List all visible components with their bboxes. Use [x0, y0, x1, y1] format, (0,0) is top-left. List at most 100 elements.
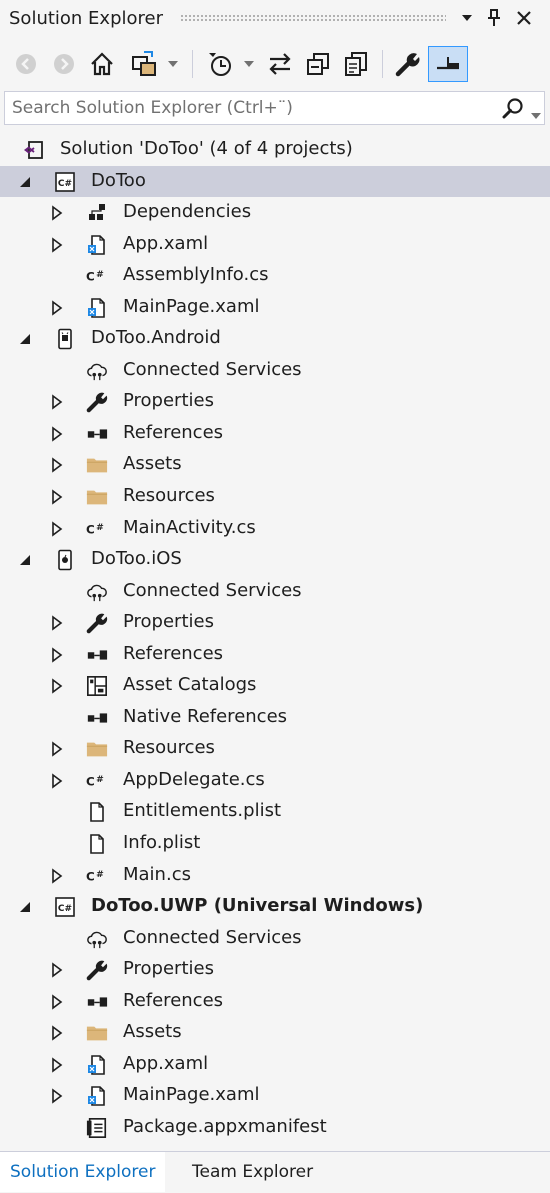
preview-selected-items-icon[interactable] — [428, 46, 468, 82]
tree-item-properties[interactable]: Properties — [0, 386, 550, 418]
tree-item-label: Package.appxmanifest — [123, 1115, 327, 1137]
tree-item-app-xaml[interactable]: App.xaml — [0, 1049, 550, 1081]
properties-wrench-icon[interactable] — [392, 46, 424, 82]
tree-item-label: AssemblyInfo.cs — [123, 264, 269, 286]
csharp-file-icon: C # — [86, 770, 108, 792]
tab-team-explorer[interactable]: Team Explorer — [182, 1152, 323, 1192]
forward-icon[interactable] — [48, 46, 80, 82]
collapsed-arrow-icon[interactable] — [50, 994, 64, 1010]
collapsed-arrow-icon[interactable] — [50, 457, 64, 474]
tree-item-app-xaml[interactable]: App.xaml — [0, 229, 550, 261]
tree-item-label: Main.cs — [123, 863, 191, 885]
tree-item-native-references[interactable]: Native References — [0, 702, 550, 734]
tree-item-package-appxmanifest[interactable]: Package.appxmanifest — [0, 1112, 550, 1144]
tree-item-connected-services[interactable]: Connected Services — [0, 576, 550, 608]
expanded-arrow-icon[interactable] — [18, 331, 32, 347]
connected-services-icon — [86, 928, 108, 950]
expanded-arrow-icon[interactable] — [18, 552, 32, 568]
search-input[interactable] — [5, 92, 482, 124]
tree-item-label: References — [123, 989, 224, 1011]
pending-changes-dropdown-icon[interactable] — [242, 46, 256, 82]
tree-item-entitlements-plist[interactable]: Entitlements.plist — [0, 796, 550, 828]
collapsed-arrow-icon[interactable] — [50, 741, 64, 757]
collapsed-arrow-icon[interactable] — [50, 394, 64, 410]
tree-item-solution-dotoo-4-of-4-projects[interactable]: Solution 'DoToo' (4 of 4 projects) — [0, 134, 550, 166]
tree-item-connected-services[interactable]: Connected Services — [0, 923, 550, 955]
csharp-file-icon: C # — [86, 518, 108, 540]
svg-text:#: # — [96, 868, 104, 879]
tree-item-label: Asset Catalogs — [123, 674, 257, 696]
collapsed-arrow-icon[interactable] — [50, 300, 64, 316]
tree-item-label: Assets — [123, 453, 182, 475]
collapsed-arrow-icon[interactable] — [50, 520, 64, 537]
tree-item-main-cs[interactable]: C # Main.cs — [0, 860, 550, 892]
tree-item-resources[interactable]: Resources — [0, 733, 550, 765]
tab-solution-explorer[interactable]: Solution Explorer — [0, 1152, 166, 1192]
collapsed-arrow-icon[interactable] — [50, 489, 64, 505]
tree-item-label: Properties — [123, 611, 214, 633]
search-options-dropdown-icon[interactable] — [531, 104, 541, 123]
collapsed-arrow-icon[interactable] — [50, 678, 64, 694]
pin-icon[interactable] — [483, 6, 505, 30]
collapsed-arrow-icon[interactable] — [50, 773, 64, 789]
show-all-files-icon[interactable] — [340, 46, 372, 82]
collapsed-arrow-icon[interactable] — [50, 237, 64, 253]
tree-item-dotoo-android[interactable]: DoToo.Android — [0, 323, 550, 355]
home-icon[interactable] — [86, 46, 118, 82]
collapsed-arrow-icon[interactable] — [50, 1088, 64, 1105]
bottom-tab-strip: Solution Explorer Team Explorer — [0, 1151, 550, 1193]
tree-item-dotoo-ios[interactable]: DoToo.iOS — [0, 544, 550, 576]
svg-text:C: C — [86, 522, 95, 536]
collapse-all-icon[interactable] — [302, 46, 334, 82]
tree-item-label: App.xaml — [123, 232, 209, 254]
expanded-arrow-icon[interactable] — [18, 899, 32, 915]
tree-item-assets[interactable]: Assets — [0, 449, 550, 481]
tree-item-label: Connected Services — [123, 926, 302, 948]
pending-changes-filter-icon[interactable] — [204, 46, 236, 82]
folder-icon — [86, 454, 108, 476]
tree-item-label: Properties — [123, 958, 214, 980]
tree-item-references[interactable]: References — [0, 986, 550, 1018]
tree-item-mainactivity-cs[interactable]: C # MainActivity.cs — [0, 513, 550, 545]
collapsed-arrow-icon[interactable] — [50, 962, 64, 978]
expanded-arrow-icon[interactable] — [18, 174, 32, 190]
back-icon[interactable] — [10, 46, 42, 82]
collapsed-arrow-icon[interactable] — [50, 1057, 64, 1073]
title-grip[interactable] — [180, 14, 446, 23]
collapsed-arrow-icon[interactable] — [50, 615, 64, 631]
window-options-dropdown-icon[interactable] — [456, 6, 478, 30]
sync-active-document-icon[interactable] — [264, 46, 296, 82]
collapsed-arrow-icon[interactable] — [50, 647, 64, 663]
switch-views-icon[interactable] — [128, 46, 160, 82]
tree-item-mainpage-xaml[interactable]: MainPage.xaml — [0, 292, 550, 324]
tree-item-dotoo[interactable]: C# DoToo — [0, 165, 550, 198]
collapsed-arrow-icon[interactable] — [50, 205, 64, 221]
tree-item-properties[interactable]: Properties — [0, 607, 550, 639]
csharp-project-icon: C# — [54, 896, 76, 918]
csharp-file-icon: C # — [86, 865, 108, 887]
search-icon[interactable] — [502, 97, 524, 119]
tree-item-references[interactable]: References — [0, 639, 550, 671]
tree-item-assemblyinfo-cs[interactable]: C # AssemblyInfo.cs — [0, 260, 550, 292]
tree-item-info-plist[interactable]: Info.plist — [0, 828, 550, 860]
switch-views-dropdown-icon[interactable] — [166, 46, 180, 82]
manifest-icon — [86, 1117, 108, 1139]
tree-item-connected-services[interactable]: Connected Services — [0, 355, 550, 387]
tree-item-appdelegate-cs[interactable]: C # AppDelegate.cs — [0, 765, 550, 797]
tree-item-mainpage-xaml[interactable]: MainPage.xaml — [0, 1080, 550, 1112]
tree-item-dependencies[interactable]: Dependencies — [0, 197, 550, 229]
search-box[interactable] — [4, 91, 545, 125]
tree-item-assets[interactable]: Assets — [0, 1017, 550, 1049]
collapsed-arrow-icon[interactable] — [50, 426, 64, 442]
tree-item-properties[interactable]: Properties — [0, 954, 550, 986]
ios-project-icon — [54, 549, 76, 571]
file-icon — [86, 833, 108, 855]
collapsed-arrow-icon[interactable] — [50, 867, 64, 884]
tree-item-dotoo-uwp-universal-windows[interactable]: C# DoToo.UWP (Universal Windows) — [0, 891, 550, 923]
close-icon[interactable] — [513, 6, 535, 30]
tree-item-label: Properties — [123, 390, 214, 412]
collapsed-arrow-icon[interactable] — [50, 1025, 64, 1041]
tree-item-resources[interactable]: Resources — [0, 481, 550, 513]
tree-item-asset-catalogs[interactable]: Asset Catalogs — [0, 670, 550, 702]
tree-item-references[interactable]: References — [0, 418, 550, 450]
